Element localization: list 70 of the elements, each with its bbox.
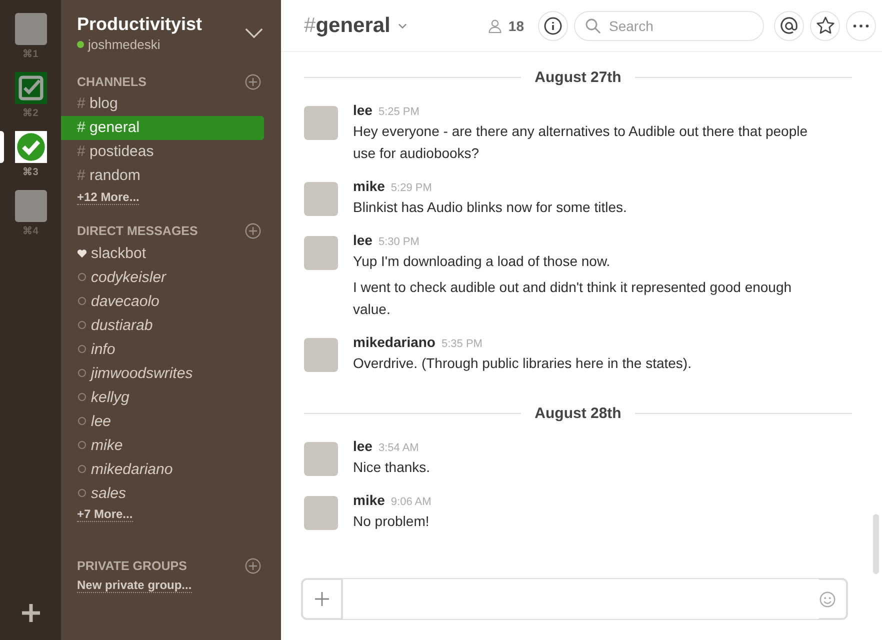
add-team-icon[interactable] (20, 603, 40, 623)
search-field[interactable]: Search (574, 10, 764, 40)
channel-item[interactable]: # postideas (61, 140, 264, 164)
emoji-icon[interactable] (819, 590, 836, 608)
message-author[interactable]: lee (353, 232, 372, 248)
channel-item[interactable]: # blog (61, 92, 264, 116)
ellipsis-icon (853, 24, 869, 28)
more-messages-link[interactable]: +7 More... (77, 507, 133, 522)
member-count[interactable]: 18 (508, 18, 524, 34)
info-button[interactable] (538, 10, 568, 40)
message-author[interactable]: mike (353, 492, 385, 508)
team-logo-placeholder[interactable] (14, 190, 46, 222)
star-button[interactable] (810, 10, 840, 40)
section-heading[interactable]: CHANNELS (77, 75, 146, 89)
plus-icon (315, 592, 329, 606)
channel-item[interactable]: # general (61, 116, 264, 140)
date-divider: August 28th (534, 404, 622, 422)
direct-message-item[interactable]: codykeisler (91, 268, 166, 286)
caret-icon[interactable] (398, 22, 408, 28)
team-shortcut: ⌘4 (22, 225, 38, 237)
add-message-icon[interactable] (245, 223, 261, 239)
direct-message-item[interactable]: davecaolo (91, 292, 160, 310)
team-name[interactable]: Productivityist (77, 14, 202, 35)
add-group-icon[interactable] (245, 558, 261, 574)
message-text: I went to check audible out and didn't think it represented good enough value. (353, 278, 793, 319)
direct-message-item[interactable]: sales (91, 484, 126, 502)
message-author[interactable]: lee (353, 438, 372, 454)
direct-message-item[interactable]: kellyg (91, 388, 130, 406)
message-author[interactable]: lee (353, 102, 372, 118)
at-sign-icon (780, 16, 798, 34)
team-shortcut: ⌘2 (22, 107, 38, 119)
heart-icon (77, 248, 87, 258)
message-author[interactable]: mikedariano (353, 334, 436, 350)
section-heading[interactable]: PRIVATE GROUPS (77, 559, 187, 573)
new-private-group-link[interactable]: New private group... (77, 578, 192, 593)
message-text: No problem! (353, 512, 430, 531)
message-text: Hey everyone - are there any alternatives to Audible out there that people use for audiobooks? (353, 122, 809, 163)
date-divider: August 27th (534, 68, 622, 86)
direct-message-item[interactable]: dustiarab (91, 316, 153, 334)
mentions-button[interactable] (774, 10, 804, 40)
message-text: Yup I'm downloading a load of those now. (353, 252, 612, 271)
more-button[interactable] (846, 10, 876, 40)
team-shortcut: ⌘1 (22, 48, 38, 60)
direct-message-item[interactable]: info (91, 340, 116, 358)
message-text: Overdrive. (Through public libraries here in the states). (353, 354, 692, 373)
channel-item[interactable]: # random (61, 164, 264, 188)
direct-message-item[interactable]: slackbot (91, 244, 146, 262)
search-icon (585, 18, 601, 34)
checkbox-logo-icon[interactable] (14, 72, 46, 104)
person-icon (488, 18, 502, 32)
message-text: Blinkist has Audio blinks now for some titles. (353, 198, 627, 217)
direct-message-item[interactable]: lee (91, 412, 112, 430)
more-channels-link[interactable]: +12 More... (77, 190, 140, 205)
message-text: Nice thanks. (353, 458, 430, 477)
section-heading[interactable]: DIRECT MESSAGES (77, 224, 198, 238)
direct-message-item[interactable]: mike (91, 436, 123, 454)
direct-message-item[interactable]: mikedariano (91, 460, 173, 478)
chevron-down-icon[interactable] (245, 28, 263, 39)
direct-message-item[interactable]: jimwoodswrites (91, 364, 193, 382)
message-author[interactable]: mike (353, 178, 385, 194)
star-icon (816, 16, 834, 35)
message-input[interactable] (343, 579, 819, 619)
team-logo-placeholder[interactable] (14, 13, 46, 45)
add-channel-icon[interactable] (245, 74, 261, 90)
scrollbar[interactable] (873, 514, 879, 574)
team-shortcut: ⌘3 (22, 166, 38, 178)
username: joshmedeski (88, 37, 160, 52)
info-icon (544, 16, 562, 34)
check-circle-logo-icon[interactable] (14, 131, 46, 163)
channel-title[interactable]: #general (304, 14, 390, 38)
